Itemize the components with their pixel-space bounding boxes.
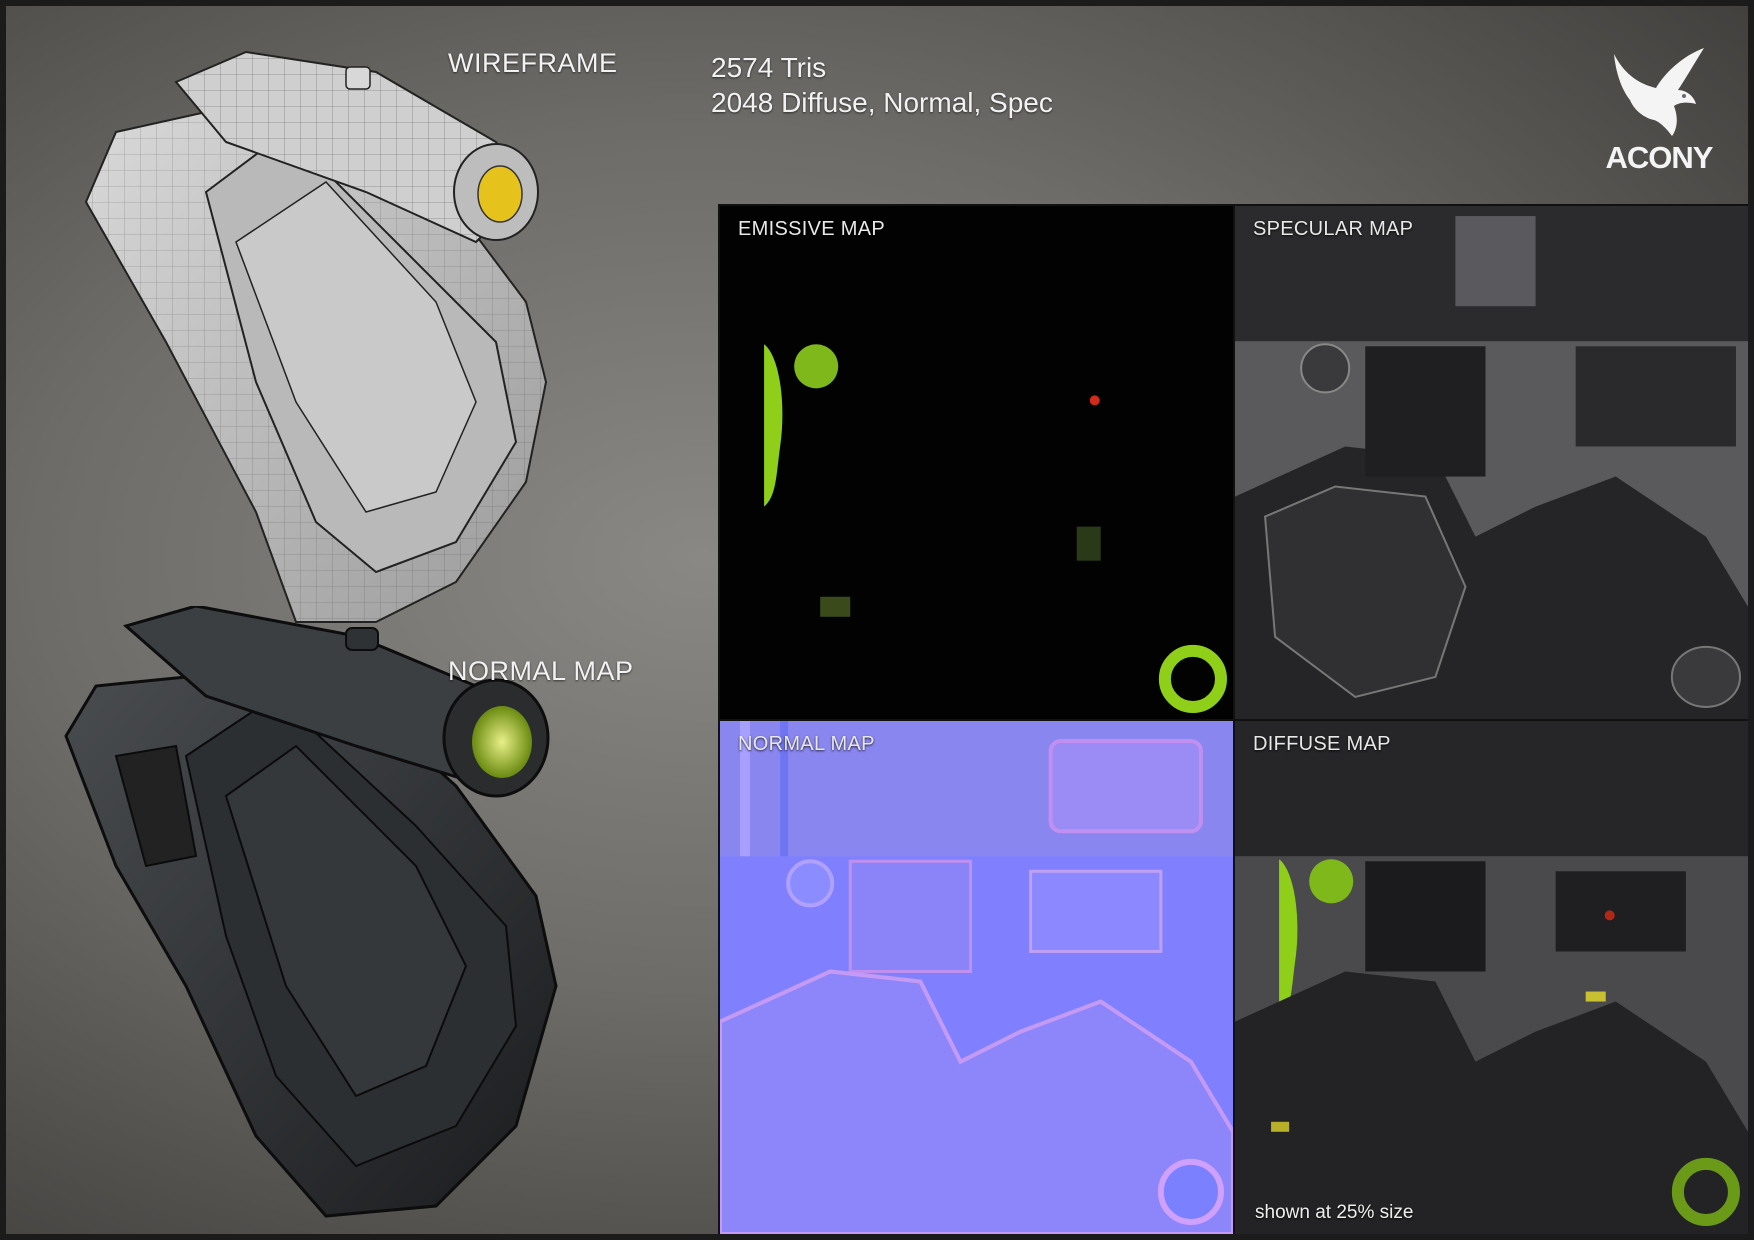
tri-count: 2574 Tris	[711, 52, 827, 83]
wireframe-model	[84, 50, 548, 623]
normal-map-label: NORMAL MAP	[738, 733, 875, 755]
diffuse-map-tile: DIFFUSE MAP shown at 25% size	[1235, 721, 1748, 1234]
texture-map-grid: EMISSIVE MAP SPECULAR MAP NORMAL MAP DIF…	[718, 204, 1748, 1234]
diffuse-map-image	[1235, 721, 1748, 1234]
portfolio-sheet: WIREFRAME NORMAL MAP 2574 Tris 2048 Diff…	[0, 0, 1754, 1240]
normal-map-render	[64, 606, 558, 1218]
emissive-map-tile: EMISSIVE MAP	[720, 206, 1233, 719]
normal-map-render-label: NORMAL MAP	[448, 656, 634, 686]
specular-map-tile: SPECULAR MAP	[1235, 206, 1748, 719]
logo-text: ACONY	[1605, 140, 1714, 175]
acony-logo: ACONY	[1594, 44, 1724, 178]
emissive-map-label: EMISSIVE MAP	[738, 218, 885, 240]
size-note: shown at 25% size	[1255, 1202, 1414, 1223]
eagle-icon	[1614, 48, 1704, 136]
specular-map-image	[1235, 206, 1748, 719]
texture-info: 2048 Diffuse, Normal, Spec	[711, 87, 1053, 118]
emissive-map-image	[764, 344, 1227, 713]
stats-block: 2574 Tris 2048 Diffuse, Normal, Spec	[711, 50, 1053, 120]
specular-map-label: SPECULAR MAP	[1253, 218, 1414, 240]
normal-map-tile: NORMAL MAP	[720, 721, 1233, 1234]
diffuse-map-label: DIFFUSE MAP	[1253, 733, 1391, 755]
wireframe-label: WIREFRAME	[448, 48, 618, 78]
normal-map-image	[720, 721, 1233, 1234]
